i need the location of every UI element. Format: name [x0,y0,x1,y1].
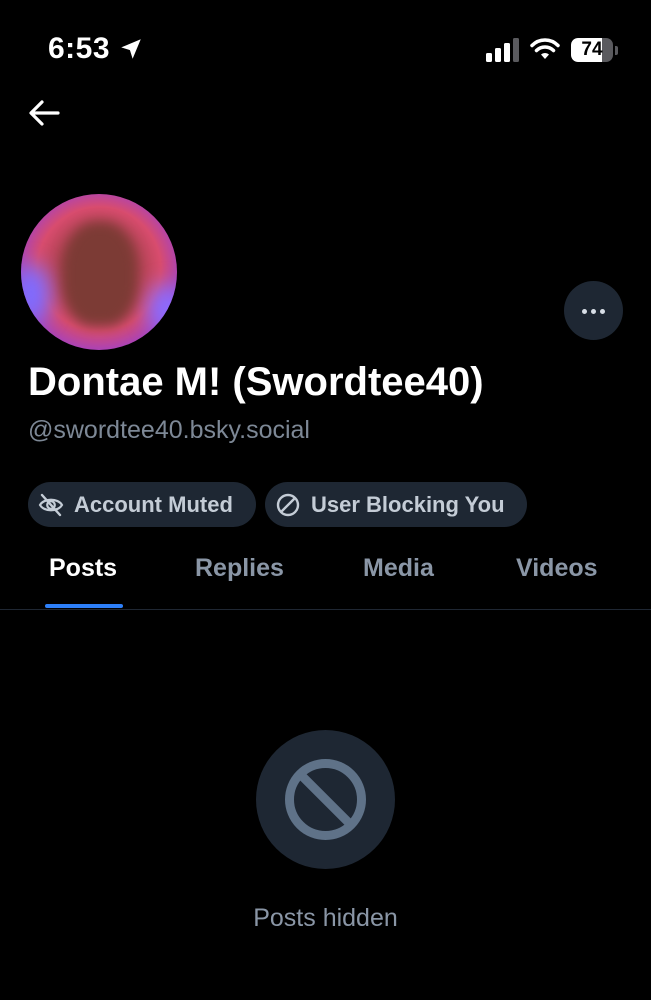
eye-slash-icon [38,493,64,516]
more-options-button[interactable] [564,281,623,340]
wifi-icon [530,38,560,59]
profile-tabs: Posts Replies Media Videos [0,540,651,610]
user-blocking-label: User Blocking You [311,491,505,517]
battery-level: 74 [581,39,603,60]
location-arrow-icon [121,39,141,59]
posts-hidden-icon-container [256,730,395,869]
tab-media[interactable]: Media [363,554,434,583]
tab-videos[interactable]: Videos [516,554,598,583]
tab-replies[interactable]: Replies [195,554,284,583]
profile-handle[interactable]: @swordtee40.bsky.social [28,416,310,445]
active-tab-indicator [45,604,123,608]
block-icon [285,759,366,840]
status-bar: 6:53 74 [0,0,651,100]
account-muted-label: Account Muted [74,491,233,517]
block-icon [276,493,300,516]
avatar[interactable] [21,194,177,350]
tab-posts[interactable]: Posts [49,554,117,583]
status-time: 6:53 [48,32,111,65]
battery-icon: 74 [571,38,619,64]
account-muted-badge[interactable]: Account Muted [28,482,256,527]
user-blocking-badge[interactable]: User Blocking You [265,482,527,527]
back-arrow-icon[interactable] [24,94,64,134]
posts-hidden-label: Posts hidden [253,904,398,932]
ellipsis-icon [582,309,587,314]
display-name: Dontae M! (Swordtee40) [28,360,484,404]
signal-icon [486,38,519,62]
